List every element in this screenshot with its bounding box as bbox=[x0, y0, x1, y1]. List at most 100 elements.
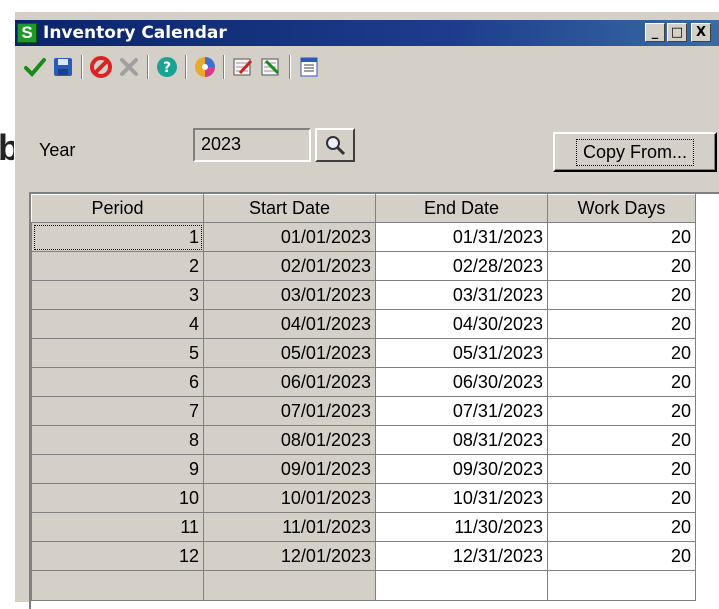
start-date-cell[interactable]: 11/01/2023 bbox=[203, 512, 376, 542]
toolbar-separator bbox=[147, 55, 149, 79]
accept-check-icon[interactable] bbox=[21, 53, 49, 81]
maximize-button[interactable]: □ bbox=[667, 23, 687, 42]
empty-cell[interactable] bbox=[375, 570, 548, 601]
toolbar-separator bbox=[223, 55, 225, 79]
work-days-cell[interactable]: 20 bbox=[547, 338, 696, 368]
table-row[interactable]: 7 07/01/2023 07/31/2023 20 bbox=[31, 396, 696, 426]
title-bar[interactable]: S Inventory Calendar _ □ X bbox=[15, 20, 719, 46]
empty-cell[interactable] bbox=[203, 570, 376, 601]
start-date-cell[interactable]: 01/01/2023 bbox=[203, 222, 376, 252]
work-days-cell[interactable]: 20 bbox=[547, 280, 696, 310]
copy-from-label: Copy From... bbox=[575, 138, 695, 166]
column-header-work-days[interactable]: Work Days bbox=[547, 194, 696, 223]
start-date-cell[interactable]: 05/01/2023 bbox=[203, 338, 376, 368]
work-days-cell[interactable]: 20 bbox=[547, 512, 696, 542]
period-cell[interactable]: 7 bbox=[31, 396, 204, 426]
color-palette-icon[interactable] bbox=[191, 53, 219, 81]
period-cell[interactable]: 6 bbox=[31, 367, 204, 397]
start-date-cell[interactable]: 04/01/2023 bbox=[203, 309, 376, 339]
window-title: Inventory Calendar bbox=[43, 23, 227, 43]
cancel-circle-icon[interactable] bbox=[87, 53, 115, 81]
inventory-calendar-window: S Inventory Calendar _ □ X ? Year 2023 C… bbox=[14, 12, 719, 609]
table-row[interactable]: 4 04/01/2023 04/30/2023 20 bbox=[31, 309, 696, 339]
work-days-cell[interactable]: 20 bbox=[547, 454, 696, 484]
table-row[interactable]: 10 10/01/2023 10/31/2023 20 bbox=[31, 483, 696, 513]
end-date-cell[interactable]: 02/28/2023 bbox=[375, 251, 548, 281]
table-row[interactable]: 6 06/01/2023 06/30/2023 20 bbox=[31, 367, 696, 397]
column-header-end-date[interactable]: End Date bbox=[375, 194, 548, 223]
start-date-cell[interactable]: 09/01/2023 bbox=[203, 454, 376, 484]
start-date-cell[interactable]: 07/01/2023 bbox=[203, 396, 376, 426]
end-date-cell[interactable]: 04/30/2023 bbox=[375, 309, 548, 339]
column-header-period[interactable]: Period bbox=[31, 194, 204, 223]
period-cell[interactable]: 8 bbox=[31, 425, 204, 455]
toolbar-separator bbox=[81, 55, 83, 79]
period-cell[interactable]: 1 bbox=[31, 222, 204, 252]
table-row[interactable]: 8 08/01/2023 08/31/2023 20 bbox=[31, 425, 696, 455]
table-row[interactable]: 11 11/01/2023 11/30/2023 20 bbox=[31, 512, 696, 542]
period-cell[interactable]: 12 bbox=[31, 541, 204, 571]
table-row[interactable]: 12 12/01/2023 12/31/2023 20 bbox=[31, 541, 696, 571]
table-row[interactable]: 1 01/01/2023 01/31/2023 20 bbox=[31, 222, 696, 252]
year-lookup-button[interactable] bbox=[315, 128, 355, 162]
table-row[interactable]: 9 09/01/2023 09/30/2023 20 bbox=[31, 454, 696, 484]
end-date-cell[interactable]: 08/31/2023 bbox=[375, 425, 548, 455]
end-date-cell[interactable]: 12/31/2023 bbox=[375, 541, 548, 571]
work-days-cell[interactable]: 20 bbox=[547, 309, 696, 339]
calendar-list-icon[interactable] bbox=[295, 53, 323, 81]
table-row[interactable]: 3 03/01/2023 03/31/2023 20 bbox=[31, 280, 696, 310]
app-icon: S bbox=[17, 23, 37, 43]
start-date-cell[interactable]: 10/01/2023 bbox=[203, 483, 376, 513]
empty-cell[interactable] bbox=[547, 570, 696, 601]
end-date-cell[interactable]: 11/30/2023 bbox=[375, 512, 548, 542]
toolbar-separator bbox=[289, 55, 291, 79]
end-date-cell[interactable]: 01/31/2023 bbox=[375, 222, 548, 252]
toolbar: ? bbox=[15, 50, 719, 84]
work-days-cell[interactable]: 20 bbox=[547, 425, 696, 455]
grid-import-icon[interactable] bbox=[229, 53, 257, 81]
work-days-cell[interactable]: 20 bbox=[547, 367, 696, 397]
end-date-cell[interactable]: 05/31/2023 bbox=[375, 338, 548, 368]
end-date-cell[interactable]: 07/31/2023 bbox=[375, 396, 548, 426]
grid-export-icon[interactable] bbox=[257, 53, 285, 81]
copy-from-button[interactable]: Copy From... bbox=[553, 132, 717, 172]
end-date-cell[interactable]: 10/31/2023 bbox=[375, 483, 548, 513]
delete-x-icon[interactable] bbox=[115, 53, 143, 81]
period-cell[interactable]: 9 bbox=[31, 454, 204, 484]
year-input[interactable]: 2023 bbox=[193, 128, 311, 162]
end-date-cell[interactable]: 03/31/2023 bbox=[375, 280, 548, 310]
save-disk-icon[interactable] bbox=[49, 53, 77, 81]
period-cell[interactable]: 2 bbox=[31, 251, 204, 281]
start-date-cell[interactable]: 02/01/2023 bbox=[203, 251, 376, 281]
help-icon[interactable]: ? bbox=[153, 53, 181, 81]
table-row[interactable]: 2 02/01/2023 02/28/2023 20 bbox=[31, 251, 696, 281]
start-date-cell[interactable]: 12/01/2023 bbox=[203, 541, 376, 571]
period-cell[interactable]: 11 bbox=[31, 512, 204, 542]
work-days-cell[interactable]: 20 bbox=[547, 396, 696, 426]
close-button[interactable]: X bbox=[691, 23, 711, 42]
empty-cell[interactable] bbox=[31, 570, 204, 601]
svg-text:?: ? bbox=[163, 60, 171, 76]
start-date-cell[interactable]: 08/01/2023 bbox=[203, 425, 376, 455]
calendar-grid[interactable]: Period Start Date End Date Work Days 1 01… bbox=[29, 192, 719, 609]
grid-header-row: Period Start Date End Date Work Days bbox=[31, 194, 696, 223]
period-cell[interactable]: 3 bbox=[31, 280, 204, 310]
table-row[interactable]: 5 05/01/2023 05/31/2023 20 bbox=[31, 338, 696, 368]
work-days-cell[interactable]: 20 bbox=[547, 251, 696, 281]
start-date-cell[interactable]: 06/01/2023 bbox=[203, 367, 376, 397]
column-header-start-date[interactable]: Start Date bbox=[203, 194, 376, 223]
start-date-cell[interactable]: 03/01/2023 bbox=[203, 280, 376, 310]
period-cell[interactable]: 10 bbox=[31, 483, 204, 513]
work-days-cell[interactable]: 20 bbox=[547, 222, 696, 252]
end-date-cell[interactable]: 09/30/2023 bbox=[375, 454, 548, 484]
minimize-button[interactable]: _ bbox=[645, 23, 665, 42]
toolbar-separator bbox=[185, 55, 187, 79]
period-cell[interactable]: 5 bbox=[31, 338, 204, 368]
year-label: Year bbox=[39, 140, 76, 160]
magnifier-icon bbox=[326, 136, 346, 156]
period-cell[interactable]: 4 bbox=[31, 309, 204, 339]
work-days-cell[interactable]: 20 bbox=[547, 483, 696, 513]
end-date-cell[interactable]: 06/30/2023 bbox=[375, 367, 548, 397]
new-entry-row[interactable] bbox=[31, 570, 696, 601]
work-days-cell[interactable]: 20 bbox=[547, 541, 696, 571]
